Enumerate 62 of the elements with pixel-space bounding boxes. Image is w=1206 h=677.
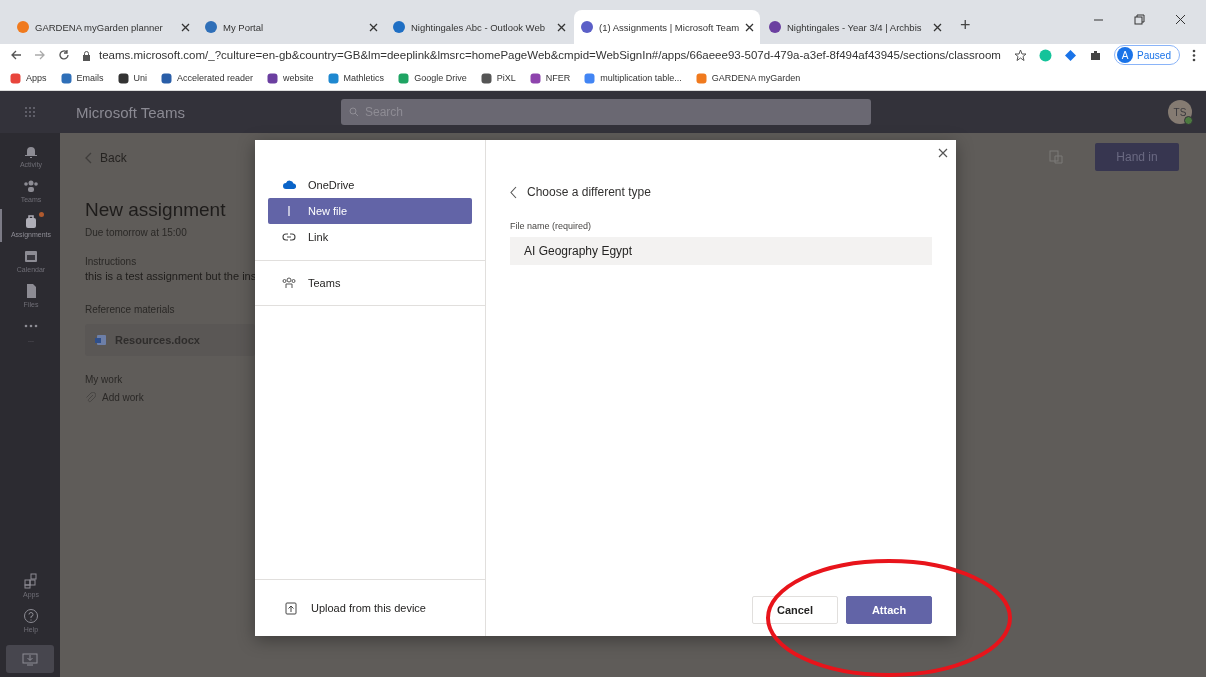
back-arrow-icon[interactable] bbox=[10, 49, 22, 61]
browser-tab[interactable]: My Portal bbox=[198, 10, 384, 44]
download-icon bbox=[22, 652, 38, 666]
link-icon bbox=[282, 230, 296, 244]
bookmark[interactable]: Apps bbox=[10, 72, 47, 84]
cancel-button[interactable]: Cancel bbox=[752, 596, 838, 624]
bookmark[interactable]: multiplication table... bbox=[584, 72, 682, 84]
restore-icon[interactable] bbox=[1134, 14, 1145, 25]
extension-icon[interactable] bbox=[1064, 48, 1078, 62]
bookmark[interactable]: GARDENA myGarden bbox=[695, 72, 801, 84]
bookmark[interactable]: Emails bbox=[60, 72, 104, 84]
people-icon bbox=[23, 178, 39, 194]
cloud-icon bbox=[282, 178, 296, 192]
bookmark[interactable]: Mathletics bbox=[327, 72, 385, 84]
star-icon[interactable] bbox=[1014, 48, 1028, 62]
close-icon[interactable] bbox=[181, 22, 190, 32]
close-icon[interactable] bbox=[745, 22, 754, 32]
close-icon[interactable] bbox=[938, 148, 948, 158]
browser-tab[interactable]: Nightingales - Year 3/4 | Archbis bbox=[762, 10, 948, 44]
apps-icon bbox=[23, 573, 39, 589]
teams-icon bbox=[282, 276, 296, 290]
help-icon bbox=[23, 608, 39, 624]
chevron-left-icon bbox=[85, 152, 92, 164]
search-icon bbox=[349, 107, 359, 117]
reload-icon[interactable] bbox=[58, 49, 70, 61]
upload-icon bbox=[285, 601, 297, 615]
field-label: File name (required) bbox=[510, 221, 593, 231]
close-icon[interactable] bbox=[933, 22, 942, 32]
chevron-left-icon bbox=[510, 185, 517, 199]
bookmark[interactable]: Uni bbox=[117, 72, 148, 84]
bookmark[interactable]: NFER bbox=[529, 72, 571, 84]
file-name-field[interactable]: AI Geography Egypt bbox=[510, 237, 932, 265]
profile-status: Paused bbox=[1137, 49, 1171, 61]
calendar-icon bbox=[23, 248, 39, 264]
profile-avatar: A bbox=[1117, 47, 1134, 63]
instructions-text: this is a test assignment but the ins bbox=[85, 270, 257, 282]
bookmark[interactable]: website bbox=[267, 72, 314, 84]
lock-icon bbox=[82, 49, 91, 61]
close-icon[interactable] bbox=[1175, 14, 1186, 25]
bookmark[interactable]: Accelerated reader bbox=[161, 72, 254, 84]
source-item[interactable]: Teams bbox=[268, 271, 472, 295]
browser-tab[interactable]: (1) Assignments | Microsoft Team bbox=[574, 10, 760, 44]
source-item[interactable]: New file bbox=[268, 198, 472, 224]
app-title: Microsoft Teams bbox=[75, 103, 186, 121]
upload-button[interactable]: Upload from this device bbox=[255, 579, 485, 636]
address-bar-url[interactable]: teams.microsoft.com/_?culture=en-gb&country=GB&lm=deeplink&lmsrc=homePageWeb&cmpid=WebSignIn#/apps/66aeee93-507d-479a-a3ef-8f494af43945/sections/classroom bbox=[99, 49, 1001, 61]
bookmark[interactable]: Google Drive bbox=[398, 72, 467, 84]
more-options-icon[interactable] bbox=[1192, 48, 1196, 62]
bookmark[interactable]: PiXL bbox=[480, 72, 516, 84]
word-file-icon bbox=[95, 334, 107, 346]
new-tab-button[interactable]: + bbox=[960, 15, 971, 36]
back-link[interactable]: Choose a different type bbox=[510, 185, 932, 199]
notification-dot bbox=[39, 212, 44, 217]
close-icon[interactable] bbox=[557, 22, 566, 32]
assignment-title: New assignment bbox=[85, 199, 226, 221]
browser-tab[interactable]: GARDENA myGarden planner bbox=[10, 10, 196, 44]
presence-dot bbox=[1184, 116, 1193, 125]
paperclip-icon bbox=[85, 392, 96, 403]
attach-button[interactable]: Attach bbox=[846, 596, 932, 624]
browser-tab[interactable]: Nightingales Abc - Outlook Web bbox=[386, 10, 572, 44]
close-icon[interactable] bbox=[369, 22, 378, 32]
bag-icon bbox=[23, 213, 39, 229]
